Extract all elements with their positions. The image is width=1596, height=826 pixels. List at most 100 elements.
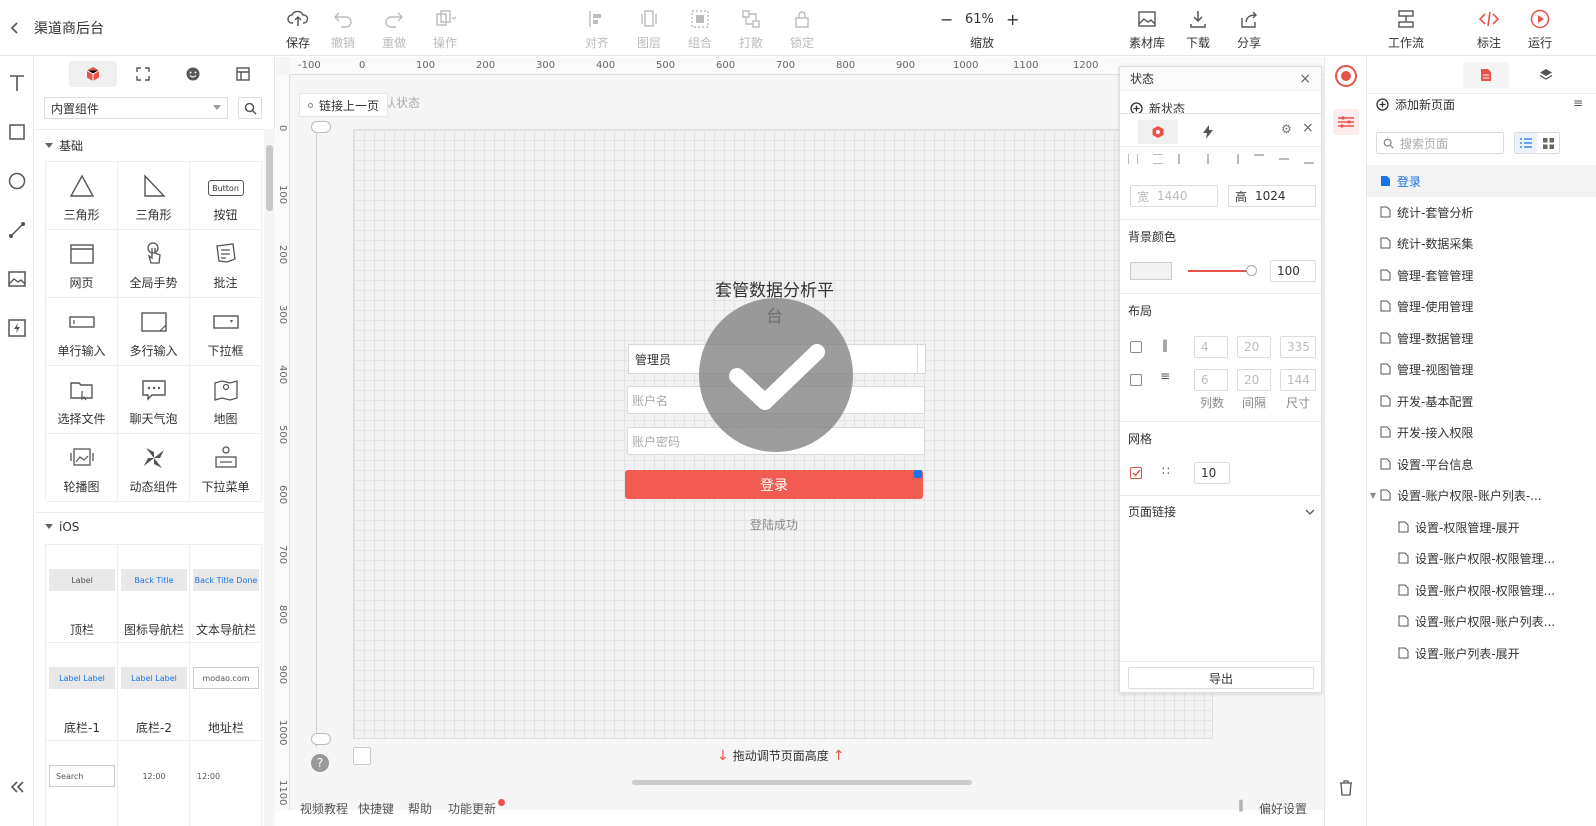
- tab-interaction[interactable]: [1196, 120, 1220, 144]
- back-button[interactable]: 渠道商后台: [8, 16, 104, 40]
- row-size-input[interactable]: 144: [1280, 369, 1316, 391]
- tab-pages[interactable]: [1463, 62, 1509, 88]
- component-text-input[interactable]: 单行输入: [46, 298, 118, 366]
- page-bottom-handle[interactable]: [311, 733, 331, 745]
- width-input[interactable]: 宽 1440: [1130, 185, 1218, 207]
- tab-masters[interactable]: [219, 61, 267, 87]
- tab-layers[interactable]: [1523, 62, 1569, 88]
- line-tool-icon[interactable]: [5, 218, 29, 242]
- align-middle-icon[interactable]: [1278, 154, 1289, 164]
- workflow-button[interactable]: 工作流: [1384, 8, 1428, 51]
- page-item[interactable]: 设置-账户权限-权限管理...: [1398, 543, 1555, 573]
- tab-templates[interactable]: [119, 61, 167, 87]
- page-checkbox[interactable]: [353, 747, 371, 765]
- text-tool-icon[interactable]: [5, 71, 29, 95]
- ios-component-status-bar-1[interactable]: 12:00: [118, 741, 190, 826]
- columns-input[interactable]: 4: [1194, 336, 1228, 358]
- page-item[interactable]: 统计-套管分析: [1380, 197, 1473, 227]
- opacity-input[interactable]: 100: [1270, 260, 1316, 282]
- undo-button[interactable]: 撤销: [321, 8, 365, 51]
- rows-input[interactable]: 6: [1194, 369, 1228, 391]
- component-search-button[interactable]: [238, 97, 262, 119]
- page-item-group[interactable]: ▼ 设置-账户权限-账户列表-...: [1370, 480, 1542, 510]
- align-button[interactable]: 对齐: [575, 8, 619, 51]
- share-button[interactable]: 分享: [1227, 8, 1271, 51]
- ios-component-address-bar[interactable]: modao.com 地址栏: [190, 643, 262, 741]
- zoom-out-button[interactable]: −: [940, 10, 953, 29]
- add-page-button[interactable]: 添加新页面: [1376, 97, 1455, 112]
- component-right-triangle[interactable]: 三角形: [118, 162, 190, 230]
- assets-button[interactable]: 素材库: [1125, 8, 1169, 51]
- design-page[interactable]: 套管数据分析平台 管理员 账户名 账户密码 登录 登陆成功: [353, 129, 1213, 739]
- section-basic-header[interactable]: 基础: [45, 137, 83, 154]
- layer-button[interactable]: 图层: [627, 8, 671, 51]
- height-input[interactable]: 高 1024: [1228, 185, 1316, 207]
- column-size-input[interactable]: 335: [1280, 336, 1316, 358]
- grid-view-icon[interactable]: [1537, 133, 1559, 153]
- tab-components[interactable]: [69, 61, 117, 87]
- tab-style[interactable]: [1138, 120, 1178, 144]
- page-item[interactable]: 设置-平台信息: [1380, 449, 1473, 479]
- page-item[interactable]: 开发-基本配置: [1380, 386, 1473, 416]
- row-gap-input[interactable]: 20: [1237, 369, 1271, 391]
- scrollbar-thumb[interactable]: [266, 145, 273, 211]
- help-icon[interactable]: ?: [311, 754, 329, 772]
- page-item[interactable]: 设置-账户权限-账户列表...: [1398, 606, 1555, 636]
- component-annotation[interactable]: 批注: [190, 230, 262, 298]
- lock-button[interactable]: 锁定: [780, 8, 824, 51]
- operate-button[interactable]: 操作: [423, 8, 467, 51]
- background-color-swatch[interactable]: [1130, 262, 1172, 280]
- opacity-slider-handle[interactable]: [1246, 265, 1257, 276]
- align-center-h-icon[interactable]: [1203, 154, 1214, 164]
- component-webpage[interactable]: 网页: [46, 230, 118, 298]
- group-button[interactable]: 组合: [678, 8, 722, 51]
- page-item[interactable]: 管理-视图管理: [1380, 354, 1473, 384]
- align-right-icon[interactable]: [1229, 154, 1239, 164]
- column-gap-input[interactable]: 20: [1237, 336, 1271, 358]
- component-button[interactable]: Button 按钮: [190, 162, 262, 230]
- close-icon[interactable]: ×: [1299, 71, 1311, 87]
- page-top-handle[interactable]: [311, 121, 331, 133]
- close-icon[interactable]: ×: [1302, 120, 1314, 136]
- component-file-picker[interactable]: 选择文件: [46, 366, 118, 434]
- page-item[interactable]: 统计-数据采集: [1380, 228, 1473, 258]
- ios-component-search[interactable]: Search: [46, 741, 118, 826]
- annotate-button[interactable]: 标注: [1467, 8, 1511, 51]
- component-dropdown-menu[interactable]: 下拉菜单: [190, 434, 262, 502]
- ios-component-tabbar-2[interactable]: Label Label 底栏-2: [118, 643, 190, 741]
- image-tool-icon[interactable]: [5, 267, 29, 291]
- drag-height-hint[interactable]: ↓ 拖动调节页面高度 ↑: [717, 747, 844, 764]
- target-icon[interactable]: [1335, 65, 1357, 87]
- download-button[interactable]: 下载: [1176, 8, 1220, 51]
- ios-component-status-bar-2[interactable]: 12:00: [190, 741, 262, 826]
- align-bottom-icon[interactable]: [1303, 154, 1314, 164]
- sort-icon[interactable]: ≡: [1573, 96, 1583, 110]
- trash-icon[interactable]: [1337, 779, 1355, 797]
- grid-size-input[interactable]: 10: [1194, 462, 1230, 484]
- align-top-icon[interactable]: [1253, 154, 1264, 164]
- success-text[interactable]: 登陆成功: [724, 516, 824, 533]
- grid-checkbox[interactable]: [1130, 467, 1142, 479]
- align-distribute-v-icon[interactable]: [1153, 154, 1164, 164]
- component-textarea[interactable]: 多行输入: [118, 298, 190, 366]
- page-item[interactable]: 管理-数据管理: [1380, 323, 1473, 353]
- component-carousel[interactable]: 轮播图: [46, 434, 118, 502]
- align-distribute-h-icon[interactable]: [1128, 154, 1138, 164]
- ios-component-icon-navbar[interactable]: Back Title 图标导航栏: [118, 545, 190, 643]
- link-prev-page[interactable]: 链接上一页: [299, 93, 389, 117]
- align-left-icon[interactable]: [1178, 154, 1188, 164]
- shortcuts-link[interactable]: 快捷键: [358, 800, 394, 817]
- ios-component-tabbar-1[interactable]: Label Label 底栏-1: [46, 643, 118, 741]
- ios-component-topbar[interactable]: Label 顶栏: [46, 545, 118, 643]
- column-layout-checkbox[interactable]: [1130, 341, 1142, 353]
- row-layout-checkbox[interactable]: [1130, 374, 1142, 386]
- redo-button[interactable]: 重做: [372, 8, 416, 51]
- section-ios-header[interactable]: iOS: [45, 520, 79, 534]
- component-dropdown[interactable]: 下拉框: [190, 298, 262, 366]
- export-button[interactable]: 导出: [1128, 667, 1314, 689]
- opacity-slider[interactable]: [1188, 270, 1254, 272]
- canvas-h-scrollbar[interactable]: [632, 780, 972, 785]
- component-chat-bubble[interactable]: 聊天气泡: [118, 366, 190, 434]
- tab-icons[interactable]: [169, 61, 217, 87]
- zoom-in-button[interactable]: +: [1006, 10, 1019, 29]
